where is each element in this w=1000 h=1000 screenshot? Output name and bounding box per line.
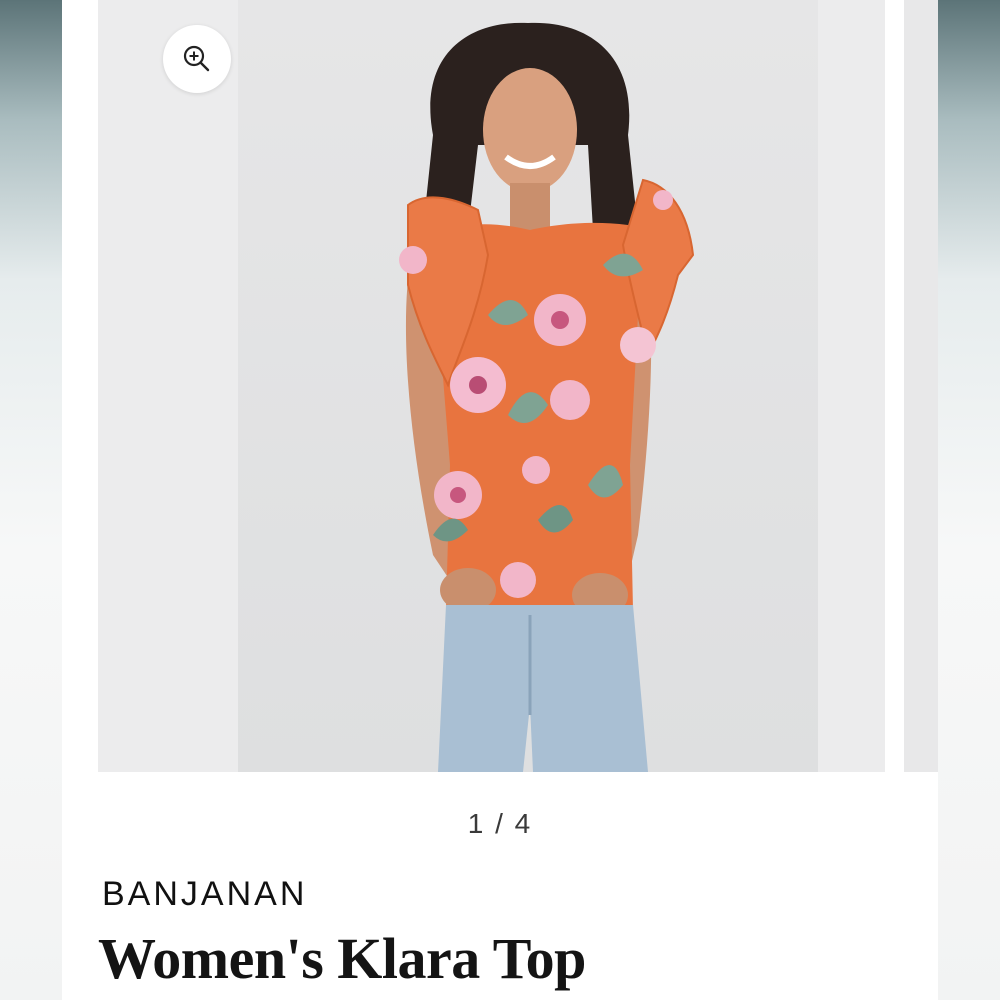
carousel-slide-next[interactable]	[904, 0, 938, 772]
brand-name[interactable]: BANJANAN	[102, 875, 307, 914]
image-carousel[interactable]	[62, 0, 938, 772]
carousel-slide-current[interactable]	[98, 0, 885, 772]
zoom-button[interactable]	[163, 25, 231, 93]
product-page: 1 / 4 BANJANAN Women's Klara Top	[62, 0, 938, 1000]
zoom-in-icon	[183, 45, 210, 72]
background-left	[0, 0, 62, 1000]
model-wearing-top	[399, 22, 695, 772]
carousel-counter: 1 / 4	[467, 808, 533, 839]
product-title: Women's Klara Top	[98, 926, 586, 991]
background-right	[938, 0, 1000, 1000]
